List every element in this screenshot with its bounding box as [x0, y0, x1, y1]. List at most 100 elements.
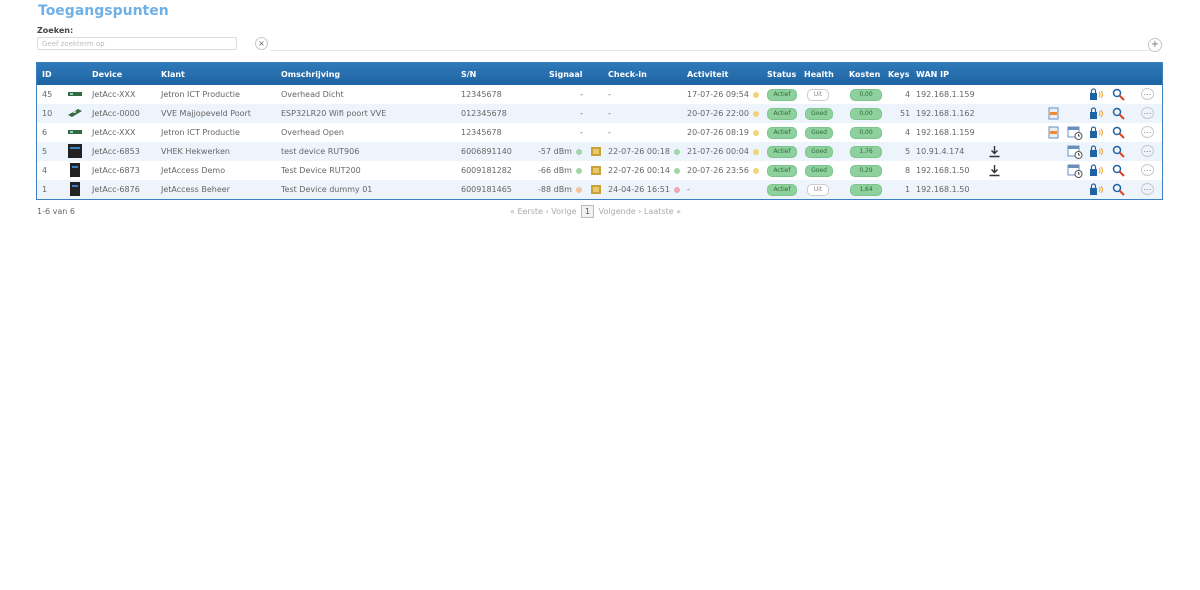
checkin-status-dot — [673, 186, 680, 193]
esp-board-device-icon — [68, 109, 82, 117]
search-input[interactable] — [37, 37, 237, 50]
table-row[interactable]: 6 JetAcc-XXX Jetron ICT Productie Overhe… — [37, 123, 1162, 142]
header-kosten[interactable]: Kosten — [849, 70, 880, 79]
more-options-button[interactable]: … — [1141, 145, 1154, 157]
cell-keys: 5 — [905, 147, 911, 156]
cell-wanip: 192.168.1.162 — [916, 109, 975, 118]
cell-sn: 012345678 — [461, 109, 507, 118]
cell-wanip: 192.168.1.50 — [916, 185, 970, 194]
header-status[interactable]: Status — [767, 70, 796, 79]
health-badge: Uit — [807, 89, 829, 101]
more-options-button[interactable]: … — [1141, 183, 1154, 195]
cell-device[interactable]: JetAcc-6873 — [92, 166, 140, 175]
search-device-icon[interactable] — [1112, 88, 1126, 101]
schedule-icon[interactable] — [1067, 145, 1083, 159]
header-omschrijving[interactable]: Omschrijving — [281, 70, 340, 79]
cell-wanip: 10.91.4.174 — [916, 147, 965, 156]
lock-signal-icon[interactable] — [1089, 126, 1105, 139]
table-row[interactable]: 5 JetAcc-6853 VHEK Hekwerken test device… — [37, 142, 1162, 161]
document-icon[interactable] — [1047, 107, 1061, 120]
header-wanip[interactable]: WAN IP — [916, 70, 949, 79]
schedule-icon[interactable] — [1067, 164, 1083, 178]
signal-status-dot — [575, 167, 582, 174]
activity-status-dot — [752, 129, 759, 136]
status-badge: Actief — [767, 184, 797, 196]
cell-sn: 12345678 — [461, 128, 502, 137]
header-keys[interactable]: Keys — [888, 70, 909, 79]
lock-signal-icon[interactable] — [1089, 107, 1105, 120]
cell-signaal: -88 dBm — [538, 185, 582, 194]
cell-keys: 8 — [905, 166, 911, 175]
signal-status-dot — [575, 148, 582, 155]
more-options-button[interactable]: … — [1141, 164, 1154, 176]
cell-device[interactable]: JetAcc-XXX — [92, 128, 135, 137]
cell-sn: 6009181465 — [461, 185, 512, 194]
header-checkin[interactable]: Check-in — [608, 70, 647, 79]
header-health[interactable]: Health — [804, 70, 834, 79]
pager-first-link[interactable]: « Eerste — [510, 207, 543, 216]
header-signaal[interactable]: Signaal — [549, 70, 582, 79]
health-badge: Uit — [807, 184, 829, 196]
header-activiteit[interactable]: Activiteit — [687, 70, 728, 79]
table-row[interactable]: 10 JetAcc-0000 VVE Majjopeveld Poort ESP… — [37, 104, 1162, 123]
cell-omschrijving: Overhead Open — [281, 128, 344, 137]
cell-klant: Jetron ICT Productie — [161, 90, 240, 99]
cell-device[interactable]: JetAcc-6853 — [92, 147, 140, 156]
header-sn[interactable]: S/N — [461, 70, 476, 79]
cell-device[interactable]: JetAcc-XXX — [92, 90, 135, 99]
table-row[interactable]: 45 JetAcc-XXX Jetron ICT Productie Overh… — [37, 85, 1162, 104]
lock-signal-icon[interactable] — [1089, 145, 1105, 158]
document-icon[interactable] — [1047, 126, 1061, 139]
cell-signaal: - — [580, 109, 583, 118]
search-device-icon[interactable] — [1112, 164, 1126, 177]
checkin-status-dot — [673, 167, 680, 174]
cell-klant: VHEK Hekwerken — [161, 147, 230, 156]
search-device-icon[interactable] — [1112, 107, 1126, 120]
cell-signaal: - — [580, 128, 583, 137]
more-options-button[interactable]: … — [1141, 126, 1154, 138]
pager-current-page[interactable]: 1 — [581, 205, 595, 218]
health-badge: Goed — [805, 165, 833, 177]
router-device-icon — [70, 163, 80, 177]
cell-id: 4 — [42, 166, 48, 175]
cell-keys: 4 — [905, 128, 911, 137]
download-icon[interactable] — [988, 145, 1001, 158]
table-row[interactable]: 4 JetAcc-6873 JetAccess Demo Test Device… — [37, 161, 1162, 180]
clear-search-button[interactable]: × — [255, 37, 268, 50]
more-options-button[interactable]: … — [1141, 107, 1154, 119]
status-badge: Actief — [767, 127, 797, 139]
search-device-icon[interactable] — [1112, 183, 1126, 196]
header-device[interactable]: Device — [92, 70, 122, 79]
header-id[interactable]: ID — [42, 70, 52, 79]
kosten-badge: 1,64 — [850, 184, 882, 196]
cell-klant: VVE Majjopeveld Poort — [161, 109, 251, 118]
lock-signal-icon[interactable] — [1089, 88, 1105, 101]
pager-last-link[interactable]: Laatste » — [644, 207, 681, 216]
cell-device[interactable]: JetAcc-6876 — [92, 185, 140, 194]
search-device-icon[interactable] — [1112, 126, 1126, 139]
table-row[interactable]: 1 JetAcc-6876 JetAccess Beheer Test Devi… — [37, 180, 1162, 199]
sim-card-icon — [591, 166, 601, 175]
search-device-icon[interactable] — [1112, 145, 1126, 158]
cell-id: 1 — [42, 185, 48, 194]
more-options-button[interactable]: … — [1141, 88, 1154, 100]
result-count: 1-6 van 6 — [37, 207, 75, 216]
lock-signal-icon[interactable] — [1089, 164, 1105, 177]
add-button[interactable]: + — [1148, 38, 1162, 52]
access-points-table: ID Device Klant Omschrijving S/N Signaal… — [36, 62, 1163, 200]
cell-activiteit: 20-07-26 23:56 — [687, 166, 759, 175]
board-device-icon — [68, 92, 82, 96]
cell-klant: JetAccess Beheer — [161, 185, 230, 194]
health-badge: Goed — [805, 146, 833, 158]
pager-prev-link[interactable]: ‹ Vorige — [545, 207, 576, 216]
download-icon[interactable] — [988, 164, 1001, 177]
lock-signal-icon[interactable] — [1089, 183, 1105, 196]
schedule-icon[interactable] — [1067, 126, 1083, 140]
cell-checkin: 22-07-26 00:18 — [608, 147, 680, 156]
pager-next-link[interactable]: Volgende › — [599, 207, 642, 216]
cell-omschrijving: test device RUT906 — [281, 147, 360, 156]
cell-wanip: 192.168.1.50 — [916, 166, 970, 175]
cell-device[interactable]: JetAcc-0000 — [92, 109, 140, 118]
header-klant[interactable]: Klant — [161, 70, 185, 79]
activity-status-dot — [752, 167, 759, 174]
